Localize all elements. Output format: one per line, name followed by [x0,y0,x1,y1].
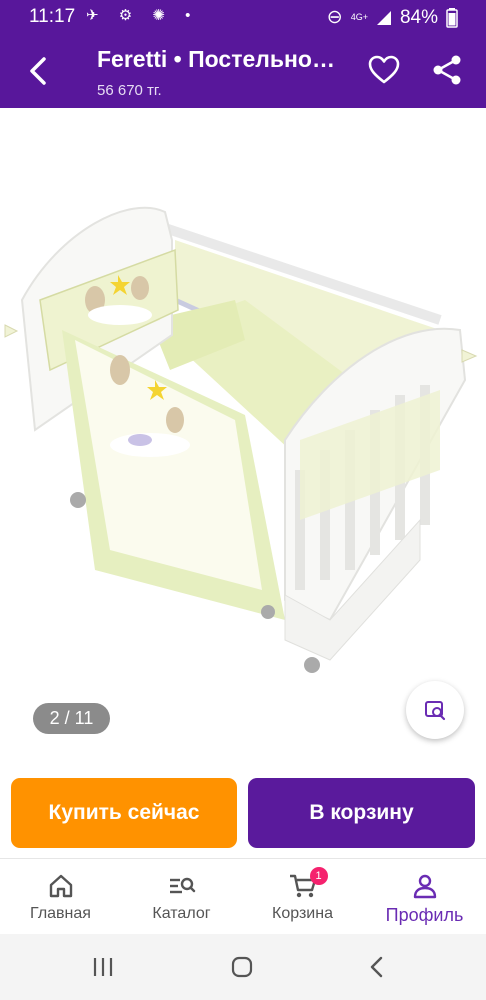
home-circle-icon [231,956,253,978]
image-counter: 2 / 11 [33,703,110,734]
nav-label-catalog: Каталог [152,905,211,922]
buy-now-button[interactable]: Купить сейчас [11,778,237,848]
status-indicators: ⊖ 4G+ 84% [327,6,458,29]
home-system-button[interactable] [227,952,257,982]
notification-icons: ✈ ⚙ ✺ • [86,7,199,24]
nav-label-cart: Корзина [272,905,333,922]
cart-badge: 1 [309,867,328,885]
profile-icon [413,874,436,899]
home-icon [49,874,72,898]
nav-item-cart[interactable]: 1 Корзина [242,859,363,935]
favorite-button[interactable] [367,53,401,87]
alarm-icon: ⊖ [326,7,343,28]
system-navigation-bar [0,934,486,1000]
product-image-gallery[interactable] [0,108,486,758]
back-system-button[interactable] [362,952,392,982]
nav-label-home: Главная [30,905,91,922]
nav-item-profile[interactable]: Профиль [363,859,486,935]
add-to-cart-button[interactable]: В корзину [248,778,475,848]
product-photo-crib [4,206,478,673]
nav-label-profile: Профиль [385,905,464,925]
product-title: Feretti • Постельное белье [97,46,347,72]
back-chevron-icon [370,956,383,978]
share-icon [433,55,461,85]
nav-item-home[interactable]: Главная [0,859,121,935]
nav-item-catalog[interactable]: Каталог [121,859,242,935]
network-type-label: 4G+ [350,12,368,22]
status-bar: 11:17 ✈ ⚙ ✺ • ⊖ 4G+ 84% [0,0,486,33]
visual-search-button[interactable] [406,681,464,739]
heart-icon [368,55,400,84]
app-bar: Feretti • Постельное белье 56 670 тг. [0,33,486,108]
share-button[interactable] [430,53,464,87]
image-search-icon [425,701,446,721]
recent-apps-icon [93,958,113,976]
back-button[interactable] [22,55,54,87]
battery-percent: 84% [399,6,438,28]
recent-apps-button[interactable] [88,952,118,982]
signal-icon [376,10,391,25]
status-time: 11:17 [29,6,76,27]
bottom-navigation: Главная Каталог 1 Корзина Профиль [0,858,486,935]
product-price: 56 670 тг. [97,82,162,99]
back-arrow-icon [30,57,46,85]
catalog-search-icon [169,877,195,894]
battery-icon [446,7,458,28]
